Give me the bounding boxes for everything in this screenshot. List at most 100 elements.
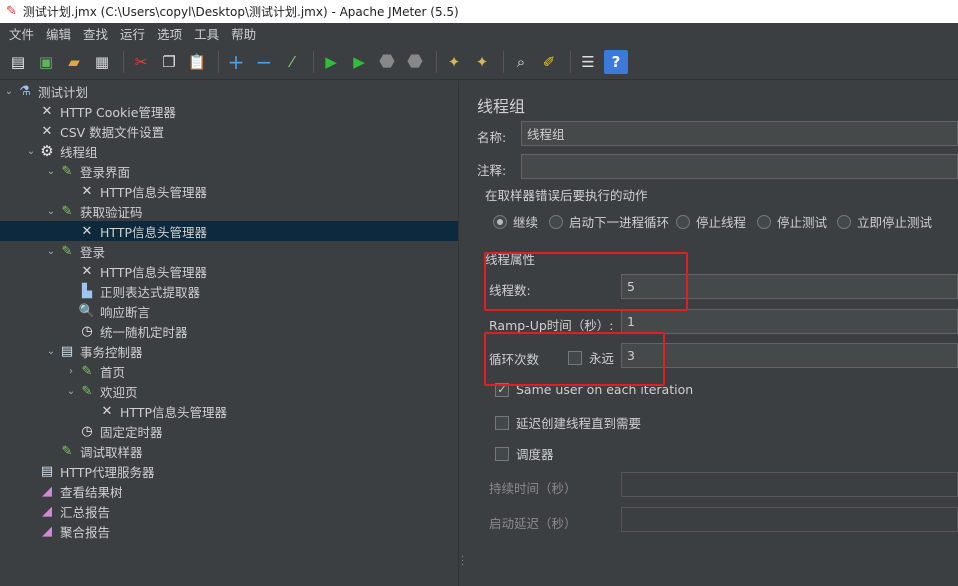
comment-field[interactable] [521, 154, 958, 179]
tree-node-thread-group[interactable]: ⌄ ⚙ 线程组 [24, 141, 98, 161]
chevron-down-icon[interactable]: ⌄ [44, 166, 58, 177]
sampler-icon: ✎ [61, 243, 73, 259]
controller-icon: ▤ [60, 343, 74, 359]
window-title: 测试计划.jmx (C:\Users\copyl\Desktop\测试计划.jm… [22, 5, 459, 19]
name-label: 名称: [477, 130, 507, 145]
tree-node-header-manager[interactable]: ✕ HTTP信息头管理器 [84, 401, 227, 421]
shutdown-icon[interactable]: ⬣ [403, 50, 427, 74]
menu-tools[interactable]: 工具 [188, 24, 225, 43]
radio-label: 停止测试 [777, 215, 828, 230]
tree-node-header-manager[interactable]: ✕ HTTP信息头管理器 [64, 181, 207, 201]
test-plan-tree: ⌄ ⚗ 测试计划 ✕ HTTP Cookie管理器 ✕ CSV 数据文件设置 ⌄… [0, 81, 458, 586]
radio-stop-test-now[interactable]: 立即停止测试 [837, 212, 932, 231]
tree-node-label: 登录界面 [80, 164, 131, 180]
chevron-down-icon[interactable]: ⌄ [2, 86, 16, 97]
rampup-field[interactable]: 1 [621, 309, 958, 334]
chevron-down-icon[interactable]: ⌄ [24, 146, 38, 157]
toggle-icon[interactable]: ⁄ [280, 50, 304, 74]
menu-help[interactable]: 帮助 [225, 24, 262, 43]
chevron-right-icon[interactable]: › [64, 366, 78, 377]
tree-node-label: 统一随机定时器 [100, 324, 188, 340]
chevron-down-icon[interactable]: ⌄ [44, 346, 58, 357]
radio-continue[interactable]: 继续 [493, 212, 538, 231]
tree-node-results-tree[interactable]: ◢ 查看结果树 [24, 481, 123, 501]
tree-node-header-manager[interactable]: ✕ HTTP信息头管理器 [64, 261, 207, 281]
name-field[interactable]: 线程组 [521, 121, 958, 146]
tree-node-transaction-controller[interactable]: ⌄ ▤ 事务控制器 [44, 341, 143, 361]
name-field-value: 线程组 [527, 127, 565, 142]
toolbar-separator [123, 50, 124, 73]
tree-node-label: HTTP信息头管理器 [100, 184, 207, 200]
radio-start-next-loop[interactable]: 启动下一进程循环 [549, 212, 669, 231]
templates-icon[interactable]: ▣ [34, 50, 58, 74]
wrench-icon: ✕ [81, 183, 93, 199]
tree-node-label: HTTP信息头管理器 [120, 404, 227, 420]
tree-node-label: 查看结果树 [60, 484, 123, 500]
loop-count-field[interactable]: 3 [621, 343, 958, 368]
tree-node-label: HTTP代理服务器 [60, 464, 155, 480]
radio-label: 停止线程 [696, 215, 747, 230]
tree-node-test-plan[interactable]: ⌄ ⚗ 测试计划 [2, 81, 88, 101]
cut-icon[interactable]: ✂ [129, 50, 153, 74]
toolbar-separator [570, 50, 571, 73]
startup-delay-field[interactable] [621, 507, 958, 532]
new-icon[interactable]: ▤ [6, 50, 30, 74]
tree-node-csv-config[interactable]: ✕ CSV 数据文件设置 [24, 121, 165, 141]
tree-node-home[interactable]: › ✎ 首页 [64, 361, 125, 381]
tree-node-summary-report[interactable]: ◢ 汇总报告 [24, 501, 110, 521]
tree-node-login[interactable]: ⌄ ✎ 登录 [44, 241, 105, 261]
flask-icon: ⚗ [19, 83, 31, 99]
rampup-field-value: 1 [627, 314, 635, 329]
radio-label: 继续 [513, 215, 539, 230]
tree-node-cookie-manager[interactable]: ✕ HTTP Cookie管理器 [24, 101, 176, 121]
function-helper-icon[interactable]: ☰ [576, 50, 600, 74]
save-icon[interactable]: ▦ [90, 50, 114, 74]
menu-file[interactable]: 文件 [3, 24, 40, 43]
duration-field[interactable] [621, 472, 958, 497]
radio-icon [837, 214, 851, 229]
chevron-down-icon[interactable]: ⌄ [44, 246, 58, 257]
tree-node-welcome[interactable]: ⌄ ✎ 欢迎页 [64, 381, 138, 401]
tree-node-regex-extractor[interactable]: ▙ 正则表达式提取器 [64, 281, 200, 301]
chevron-down-icon[interactable]: ⌄ [44, 206, 58, 217]
tree-node-header-manager[interactable]: ✕ HTTP信息头管理器 [64, 221, 207, 241]
help-icon[interactable]: ? [604, 49, 628, 74]
tree-node-debug-sampler[interactable]: ✎ 调试取样器 [44, 441, 143, 461]
clear-icon[interactable]: ✦ [442, 50, 466, 74]
tree-node-aggregate-report[interactable]: ◢ 聚合报告 [24, 521, 110, 541]
copy-icon[interactable]: ❐ [157, 50, 181, 74]
clear-all-icon[interactable]: ✦ [470, 50, 494, 74]
stop-icon[interactable]: ⬣ [375, 50, 399, 74]
delay-thread-creation-checkbox[interactable]: 延迟创建线程直到需要 [495, 413, 641, 432]
menu-search[interactable]: 查找 [77, 24, 114, 43]
radio-label: 启动下一进程循环 [569, 215, 670, 230]
start-icon[interactable]: ▶ [319, 50, 343, 74]
tree-node-constant-timer[interactable]: ◷ 固定定时器 [64, 421, 162, 441]
scheduler-checkbox[interactable]: 调度器 [495, 444, 554, 463]
radio-stop-thread[interactable]: 停止线程 [676, 212, 746, 231]
menu-run[interactable]: 运行 [114, 24, 151, 43]
toolbar-separator [313, 50, 314, 73]
reset-search-icon[interactable]: ✐ [537, 50, 561, 74]
tree-node-login-page[interactable]: ⌄ ✎ 登录界面 [44, 161, 130, 181]
paste-icon[interactable]: 📋 [185, 50, 209, 74]
chart-icon: ◢ [42, 503, 52, 519]
search-icon[interactable]: ⌕ [509, 50, 533, 74]
splitter-grip-icon: · · · [461, 552, 465, 571]
tree-node-get-captcha[interactable]: ⌄ ✎ 获取验证码 [44, 201, 143, 221]
tree-node-response-assertion[interactable]: 🔍 响应断言 [64, 301, 150, 321]
panel-splitter[interactable]: · · · [458, 81, 466, 586]
menu-edit[interactable]: 编辑 [40, 24, 77, 43]
collapse-icon[interactable]: − [252, 50, 276, 74]
tree-node-label: HTTP Cookie管理器 [60, 104, 176, 120]
start-no-pause-icon[interactable]: ▶ [347, 50, 371, 74]
expand-icon[interactable]: + [224, 50, 248, 74]
sampler-icon: ✎ [81, 383, 93, 399]
tree-node-proxy-server[interactable]: ▤ HTTP代理服务器 [24, 461, 155, 481]
radio-stop-test[interactable]: 停止测试 [757, 212, 827, 231]
menu-options[interactable]: 选项 [151, 24, 188, 43]
tree-node-uniform-timer[interactable]: ◷ 统一随机定时器 [64, 321, 188, 341]
chevron-down-icon[interactable]: ⌄ [64, 386, 78, 397]
open-icon[interactable]: ▰ [62, 50, 86, 74]
tree-node-label: 汇总报告 [60, 504, 111, 520]
